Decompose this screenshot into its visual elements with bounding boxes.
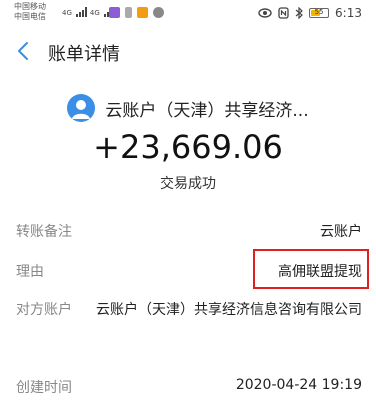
signal-1-icon <box>75 6 87 17</box>
battery-icon: 55 <box>309 8 330 18</box>
app-notification-icon <box>109 7 120 18</box>
chat-notification-icon <box>153 7 164 18</box>
transaction-amount: +23,669.06 <box>93 128 283 166</box>
battery-level: 55 <box>314 8 324 16</box>
carrier-1: 中国移动 <box>14 2 46 11</box>
reason-label: 理由 <box>16 264 44 280</box>
back-arrow-icon[interactable] <box>14 41 34 61</box>
carrier-2: 中国电信 <box>14 12 46 21</box>
app-notification-icon <box>137 7 148 18</box>
clock: 6:13 <box>335 6 362 20</box>
status-bar: 中国移动 中国电信 4G 4G 55 6:13 <box>0 0 376 28</box>
counterparty-account-value: 云账户（天津）共享经济信息咨询有限公司 <box>96 302 362 318</box>
remark-label: 转账备注 <box>16 224 72 240</box>
reason-value: 高佣联盟提现 <box>278 264 362 280</box>
bluetooth-icon <box>295 7 303 19</box>
transaction-status: 交易成功 <box>160 176 216 192</box>
avatar <box>67 94 96 122</box>
sim-icon <box>125 7 132 18</box>
signal-icons: 4G 4G <box>62 6 115 17</box>
nav-bar: 账单详情 <box>0 28 376 74</box>
payee-name: 云账户（天津）共享经济... <box>105 100 309 121</box>
notification-icons <box>109 7 164 18</box>
system-status: 55 6:13 <box>258 6 362 20</box>
remark-value: 云账户 <box>320 224 362 240</box>
created-time-label: 创建时间 <box>16 380 72 396</box>
network-type-1: 4G <box>62 9 72 17</box>
user-icon <box>72 100 91 119</box>
counterparty-account-label: 对方账户 <box>16 302 72 318</box>
page-title: 账单详情 <box>48 44 120 65</box>
network-type-2: 4G <box>89 9 100 17</box>
carrier-labels: 中国移动 中国电信 <box>14 2 46 22</box>
payee-header: 云账户（天津）共享经济... <box>0 94 376 122</box>
created-time-value: 2020-04-24 19:19 <box>235 377 362 393</box>
eye-icon <box>258 8 272 18</box>
nfc-icon <box>278 7 289 19</box>
